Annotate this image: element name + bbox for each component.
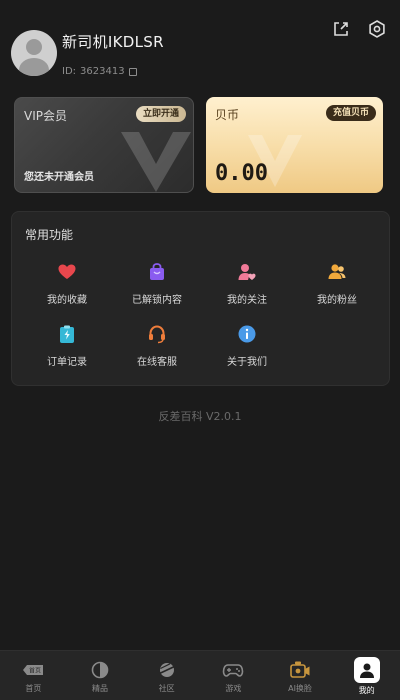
coin-title: 贝币 (215, 108, 240, 122)
function-following[interactable]: 我的关注 (202, 262, 292, 306)
function-label: 我的关注 (227, 295, 267, 306)
function-fans[interactable]: 我的粉丝 (292, 262, 382, 306)
nav-featured[interactable]: 精品 (67, 651, 134, 700)
vip-activate-button[interactable]: 立即开通 (135, 106, 186, 122)
nav-label: AI换脸 (288, 684, 312, 693)
coin-balance: 0.00 (215, 161, 268, 186)
order-icon (60, 325, 74, 343)
profile-icon (359, 663, 374, 678)
info-icon (238, 325, 256, 343)
nav-label: 首页 (25, 684, 42, 693)
function-label: 在线客服 (137, 357, 177, 368)
function-label: 已解锁内容 (132, 295, 182, 306)
vip-card[interactable]: VIP会员 立即开通 您还未开通会员 (14, 97, 194, 193)
app-version: 反差百科 V2.0.1 (158, 410, 242, 423)
nav-ai-face-swap[interactable]: AI换脸 (267, 651, 334, 700)
vip-title: VIP会员 (24, 109, 67, 123)
functions-title: 常用功能 (25, 228, 74, 242)
function-favorites[interactable]: 我的收藏 (22, 262, 112, 306)
vip-emblem-icon (121, 132, 191, 192)
nav-home[interactable]: 首页 首页 (0, 651, 67, 700)
nav-games[interactable]: 游戏 (200, 651, 267, 700)
heart-icon (58, 264, 76, 279)
function-label: 我的粉丝 (317, 295, 357, 306)
function-label: 关于我们 (227, 357, 267, 368)
avatar-body (19, 58, 49, 76)
copy-icon[interactable] (128, 67, 137, 76)
nav-label: 精品 (92, 684, 108, 693)
nav-profile[interactable]: 我的 (333, 651, 400, 700)
nav-label: 游戏 (225, 684, 242, 693)
active-tab-box (353, 657, 380, 683)
common-functions-panel: 常用功能 我的收藏 已解锁内容 我的关注 我的粉丝 订单记录 在线客服 关于我们 (11, 211, 390, 386)
function-customer-service[interactable]: 在线客服 (112, 324, 202, 368)
user-id-row[interactable]: ID: 3623413 (62, 66, 137, 77)
user-id-value: 3623413 (80, 66, 125, 77)
avatar-head (26, 39, 42, 55)
users-icon (328, 264, 346, 279)
half-circle-icon (91, 661, 109, 679)
ai-camera-icon (290, 661, 310, 678)
function-about-us[interactable]: 关于我们 (202, 324, 292, 368)
home-badge-text: 首页 (29, 667, 41, 675)
nav-label: 社区 (158, 684, 175, 693)
function-orders[interactable]: 订单记录 (22, 324, 112, 368)
planet-icon (158, 663, 175, 677)
function-unlocked-content[interactable]: 已解锁内容 (112, 262, 202, 306)
username: 新司机IKDLSR (62, 33, 164, 51)
function-label: 订单记录 (47, 357, 87, 368)
function-label: 我的收藏 (47, 295, 87, 306)
user-heart-icon (238, 264, 256, 280)
gamepad-icon (223, 664, 244, 677)
avatar[interactable] (11, 30, 57, 76)
shopping-bag-icon (150, 263, 164, 280)
recharge-coin-button[interactable]: 充值贝币 (325, 105, 376, 121)
coin-card[interactable]: 贝币 充值贝币 0.00 (206, 97, 383, 193)
headset-icon (149, 325, 165, 344)
nav-community[interactable]: 社区 (133, 651, 200, 700)
share-icon[interactable] (331, 19, 351, 39)
home-icon: 首页 (23, 665, 44, 675)
vip-status-text: 您还未开通会员 (24, 172, 94, 183)
user-id-label: ID: (62, 66, 77, 77)
bottom-navigation: 首页 首页 精品 社区 游戏 AI换脸 我的 (0, 650, 400, 700)
profile-page: 新司机IKDLSR ID: 3623413 VIP会员 立即开通 您还未开通会员… (0, 0, 400, 700)
profile-header: 新司机IKDLSR ID: 3623413 (0, 0, 400, 90)
settings-icon[interactable] (367, 19, 387, 39)
nav-label: 我的 (358, 686, 375, 695)
